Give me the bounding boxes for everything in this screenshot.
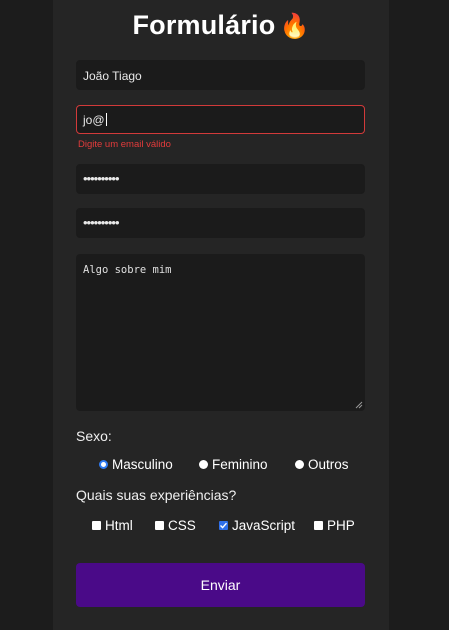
fire-icon: 🔥 bbox=[279, 13, 310, 40]
radio-checked-icon[interactable] bbox=[99, 460, 108, 469]
text-cursor bbox=[105, 113, 107, 126]
checkbox-label: PHP bbox=[327, 518, 355, 533]
about-textarea[interactable]: Algo sobre mim bbox=[76, 254, 365, 411]
radio-label: Masculino bbox=[112, 457, 173, 472]
page-title: Formulário 🔥 bbox=[53, 10, 389, 41]
radio-feminino[interactable]: Feminino bbox=[199, 457, 268, 472]
submit-button-label: Enviar bbox=[200, 577, 241, 593]
email-input[interactable]: jo@ bbox=[76, 105, 365, 134]
checkbox-css[interactable]: CSS bbox=[155, 518, 196, 533]
experience-label: Quais suas experiências? bbox=[76, 487, 237, 503]
radio-unchecked-icon[interactable] bbox=[295, 460, 304, 469]
name-input-value: João Tiago bbox=[83, 69, 142, 83]
page-margin-right bbox=[389, 0, 449, 630]
form-panel: Formulário 🔥 João Tiago jo@ Digite um ema… bbox=[53, 0, 389, 630]
checkbox-unchecked-icon[interactable] bbox=[92, 521, 101, 530]
radio-label: Outros bbox=[308, 457, 349, 472]
checkbox-label: CSS bbox=[168, 518, 196, 533]
checkbox-label: Html bbox=[105, 518, 133, 533]
radio-unchecked-icon[interactable] bbox=[199, 460, 208, 469]
name-input[interactable]: João Tiago bbox=[76, 60, 365, 90]
checkbox-html[interactable]: Html bbox=[92, 518, 133, 533]
about-placeholder: Algo sobre mim bbox=[83, 264, 172, 276]
submit-button[interactable]: Enviar bbox=[76, 563, 365, 607]
checkbox-php[interactable]: PHP bbox=[314, 518, 355, 533]
resize-handle-icon[interactable] bbox=[355, 401, 363, 409]
checkbox-javascript[interactable]: JavaScript bbox=[219, 518, 295, 533]
page-margin-left bbox=[0, 0, 53, 630]
radio-label: Feminino bbox=[212, 457, 268, 472]
checkbox-checked-icon[interactable] bbox=[219, 521, 228, 530]
radio-masculino[interactable]: Masculino bbox=[99, 457, 173, 472]
confirm-password-mask: •••••••••• bbox=[83, 215, 120, 230]
title-text: Formulário bbox=[132, 10, 276, 40]
sexo-label: Sexo: bbox=[76, 428, 112, 444]
checkbox-label: JavaScript bbox=[232, 518, 296, 533]
checkbox-unchecked-icon[interactable] bbox=[314, 521, 323, 530]
email-input-value: jo@ bbox=[83, 113, 107, 127]
password-input[interactable]: •••••••••• bbox=[76, 164, 365, 194]
confirm-password-input[interactable]: •••••••••• bbox=[76, 208, 365, 238]
checkbox-unchecked-icon[interactable] bbox=[155, 521, 164, 530]
radio-outros[interactable]: Outros bbox=[295, 457, 349, 472]
email-error-message: Digite um email válido bbox=[78, 139, 171, 150]
password-mask: •••••••••• bbox=[83, 171, 120, 186]
